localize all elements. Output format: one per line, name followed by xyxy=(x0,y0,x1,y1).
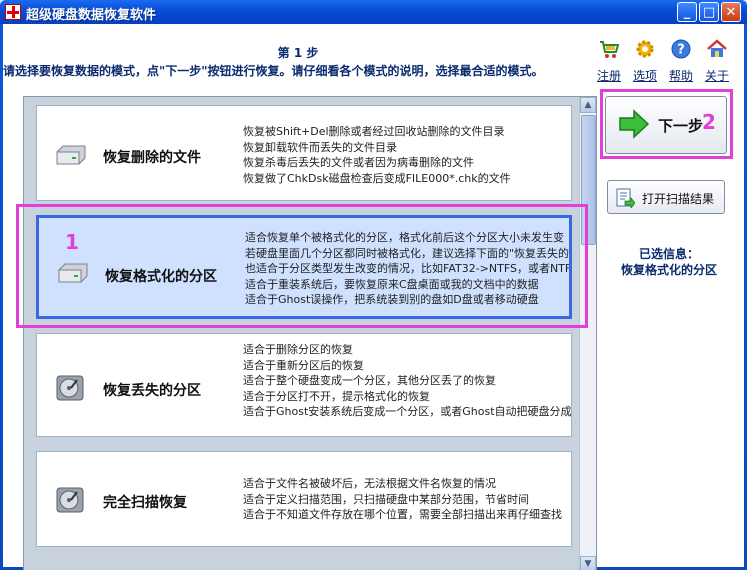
svg-text:?: ? xyxy=(677,43,685,58)
hard-disk-open-icon xyxy=(56,375,84,401)
mode-name: 完全扫描恢复 xyxy=(103,495,187,511)
minimize-button[interactable]: _ xyxy=(677,2,697,22)
mode-description: 适合于文件名被破坏后，无法根据文件名恢复的情况 适合于定义扫描范围，只扫描硬盘中… xyxy=(243,476,571,523)
about-label: 关于 xyxy=(704,69,729,83)
hard-disk-open-icon xyxy=(56,487,84,513)
options-label: 选项 xyxy=(632,69,657,83)
mode-description-line: 恢复杀毒后丢失的文件或者因为病毒删除的文件 xyxy=(243,156,474,169)
mode-description-line: 适合于不知道文件存放在哪个位置，需要全部扫描出来再仔细查找 xyxy=(243,508,562,521)
selected-info-title: 已选信息： xyxy=(638,247,699,261)
selected-info-value: 恢复格式化的分区 xyxy=(620,263,717,277)
annotation-marker-2: 2 xyxy=(702,110,716,134)
help-button[interactable]: ? 帮助 xyxy=(663,38,699,84)
close-button[interactable]: ✕ xyxy=(721,2,741,22)
vertical-scrollbar[interactable]: ▲ ▼ xyxy=(579,97,596,570)
window-title: 超级硬盘数据恢复软件 xyxy=(26,8,157,23)
selected-info: 已选信息： 恢复格式化的分区 xyxy=(599,246,739,278)
cart-icon xyxy=(600,41,620,58)
mode-description-line: 恢复卸载软件而丢失的文件目录 xyxy=(243,140,397,154)
open-scan-result-button[interactable]: 打开扫描结果 xyxy=(607,180,725,214)
mode-name: 恢复删除的文件 xyxy=(103,150,201,166)
mode-description-line: 适合于分区打不开，提示格式化的恢复 xyxy=(243,389,430,403)
app-logo-icon xyxy=(5,4,21,20)
about-button[interactable]: 关于 xyxy=(699,38,735,84)
app-window: 超级硬盘数据恢复软件 _ □ ✕ 第 1 步 请选择要恢复数据的模式，点"下一步… xyxy=(0,0,747,570)
step-instruction: 请选择要恢复数据的模式，点"下一步"按钮进行恢复。请仔细看各个模式的说明，选择最… xyxy=(3,64,544,78)
mode-description-line: 恢复做了ChkDsk磁盘检查后变成FILE000*.chk的文件 xyxy=(243,171,511,185)
scroll-up-arrow-icon[interactable]: ▲ xyxy=(580,97,596,113)
title-bar[interactable]: 超级硬盘数据恢复软件 _ □ ✕ xyxy=(0,0,747,24)
help-icon: ? xyxy=(671,39,691,59)
mode-description-line: 适合于Ghost安装系统后变成一个分区，或者Ghost自动把硬盘分成 xyxy=(243,405,572,418)
mode-description-line: 适合于删除分区的恢复 xyxy=(243,343,353,356)
mode-description: 恢复被Shift+Del删除或者经过回收站删除的文件目录 恢复卸载软件而丢失的文… xyxy=(243,124,571,186)
mode-list[interactable]: 恢复删除的文件 恢复被Shift+Del删除或者经过回收站删除的文件目录 恢复卸… xyxy=(23,96,597,570)
mode-description: 适合于删除分区的恢复 适合于重新分区后的恢复 适合于整个硬盘变成一个分区，其他分… xyxy=(243,342,572,420)
mode-description-line: 适合于重新分区后的恢复 xyxy=(243,358,364,372)
mode-card-recover-lost-partition[interactable]: 恢复丢失的分区 适合于删除分区的恢复 适合于重新分区后的恢复 适合于整个硬盘变成… xyxy=(36,333,572,437)
hard-disk-icon xyxy=(56,145,86,165)
main-panel: 第 1 步 请选择要恢复数据的模式，点"下一步"按钮进行恢复。请仔细看各个模式的… xyxy=(3,24,744,570)
open-result-icon xyxy=(616,188,635,208)
mode-description-line: 恢复被Shift+Del删除或者经过回收站删除的文件目录 xyxy=(243,125,505,138)
annotation-marker-1: 1 xyxy=(65,230,79,254)
open-scan-result-label: 打开扫描结果 xyxy=(642,192,715,206)
gear-icon xyxy=(636,40,654,58)
home-icon xyxy=(707,39,727,57)
maximize-button[interactable]: □ xyxy=(699,2,719,22)
scroll-down-arrow-icon[interactable]: ▼ xyxy=(580,556,596,570)
highlight-box-1 xyxy=(16,204,588,328)
mode-card-recover-deleted[interactable]: 恢复删除的文件 恢复被Shift+Del删除或者经过回收站删除的文件目录 恢复卸… xyxy=(36,105,572,201)
mode-name: 恢复丢失的分区 xyxy=(103,383,201,399)
mode-description-line: 适合于文件名被破坏后，无法根据文件名恢复的情况 xyxy=(243,477,496,490)
step-title: 第 1 步 xyxy=(277,46,319,60)
register-button[interactable]: 注册 xyxy=(591,38,627,84)
mode-description-line: 适合于定义扫描范围，只扫描硬盘中某部分范围，节省时间 xyxy=(243,492,529,506)
top-toolbar: 注册 选项 ? 帮助 关于 xyxy=(591,38,741,84)
help-label: 帮助 xyxy=(668,69,693,83)
register-label: 注册 xyxy=(596,69,621,83)
mode-card-full-scan[interactable]: 完全扫描恢复 适合于文件名被破坏后，无法根据文件名恢复的情况 适合于定义扫描范围… xyxy=(36,451,572,547)
options-button[interactable]: 选项 xyxy=(627,38,663,84)
mode-description-line: 适合于整个硬盘变成一个分区，其他分区丢了的恢复 xyxy=(243,374,496,387)
